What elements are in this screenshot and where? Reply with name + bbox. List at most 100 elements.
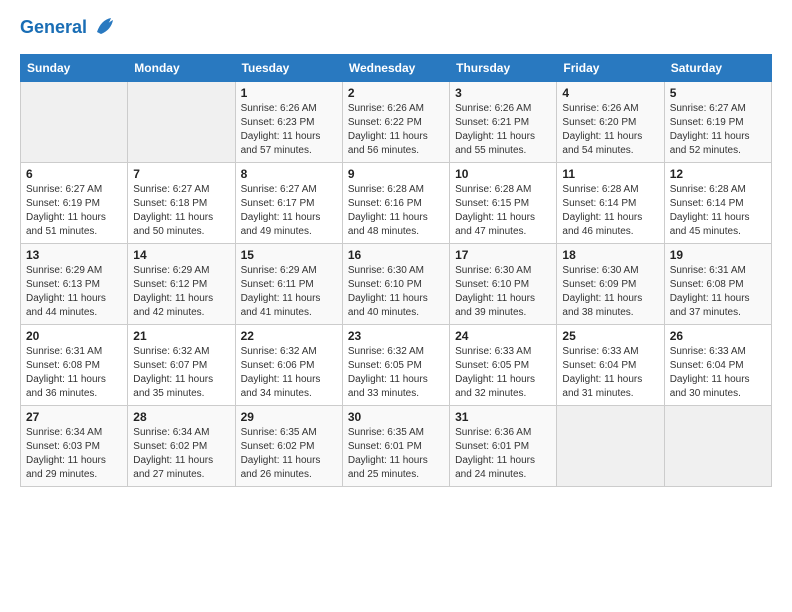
day-info: Sunrise: 6:28 AM Sunset: 6:16 PM Dayligh… [348, 184, 428, 237]
day-info: Sunrise: 6:34 AM Sunset: 6:03 PM Dayligh… [26, 427, 106, 480]
day-number: 13 [26, 248, 122, 262]
day-info: Sunrise: 6:26 AM Sunset: 6:23 PM Dayligh… [241, 103, 321, 156]
day-info: Sunrise: 6:32 AM Sunset: 6:06 PM Dayligh… [241, 346, 321, 399]
column-header-monday: Monday [128, 55, 235, 82]
day-cell: 3 Sunrise: 6:26 AM Sunset: 6:21 PM Dayli… [450, 82, 557, 163]
day-number: 11 [562, 167, 658, 181]
day-number: 8 [241, 167, 337, 181]
day-cell: 31 Sunrise: 6:36 AM Sunset: 6:01 PM Dayl… [450, 406, 557, 487]
day-cell: 25 Sunrise: 6:33 AM Sunset: 6:04 PM Dayl… [557, 325, 664, 406]
day-cell: 24 Sunrise: 6:33 AM Sunset: 6:05 PM Dayl… [450, 325, 557, 406]
week-row-4: 20 Sunrise: 6:31 AM Sunset: 6:08 PM Dayl… [21, 325, 772, 406]
main-container: General SundayMondayTuesdayWednesdayThur… [0, 0, 792, 507]
day-number: 4 [562, 86, 658, 100]
day-cell: 22 Sunrise: 6:32 AM Sunset: 6:06 PM Dayl… [235, 325, 342, 406]
logo-bird-icon [91, 12, 119, 40]
day-number: 1 [241, 86, 337, 100]
day-number: 16 [348, 248, 444, 262]
day-info: Sunrise: 6:29 AM Sunset: 6:13 PM Dayligh… [26, 265, 106, 318]
week-row-5: 27 Sunrise: 6:34 AM Sunset: 6:03 PM Dayl… [21, 406, 772, 487]
day-cell: 14 Sunrise: 6:29 AM Sunset: 6:12 PM Dayl… [128, 244, 235, 325]
day-info: Sunrise: 6:32 AM Sunset: 6:07 PM Dayligh… [133, 346, 213, 399]
column-header-saturday: Saturday [664, 55, 771, 82]
day-number: 25 [562, 329, 658, 343]
day-cell: 21 Sunrise: 6:32 AM Sunset: 6:07 PM Dayl… [128, 325, 235, 406]
day-info: Sunrise: 6:26 AM Sunset: 6:21 PM Dayligh… [455, 103, 535, 156]
day-cell: 8 Sunrise: 6:27 AM Sunset: 6:17 PM Dayli… [235, 163, 342, 244]
day-number: 29 [241, 410, 337, 424]
day-info: Sunrise: 6:27 AM Sunset: 6:17 PM Dayligh… [241, 184, 321, 237]
day-number: 23 [348, 329, 444, 343]
day-cell [664, 406, 771, 487]
day-cell: 28 Sunrise: 6:34 AM Sunset: 6:02 PM Dayl… [128, 406, 235, 487]
day-info: Sunrise: 6:34 AM Sunset: 6:02 PM Dayligh… [133, 427, 213, 480]
day-info: Sunrise: 6:29 AM Sunset: 6:11 PM Dayligh… [241, 265, 321, 318]
logo-text: General [20, 17, 87, 39]
day-cell: 29 Sunrise: 6:35 AM Sunset: 6:02 PM Dayl… [235, 406, 342, 487]
day-number: 20 [26, 329, 122, 343]
day-number: 31 [455, 410, 551, 424]
day-info: Sunrise: 6:30 AM Sunset: 6:10 PM Dayligh… [348, 265, 428, 318]
day-number: 24 [455, 329, 551, 343]
day-info: Sunrise: 6:28 AM Sunset: 6:14 PM Dayligh… [670, 184, 750, 237]
day-number: 2 [348, 86, 444, 100]
day-number: 17 [455, 248, 551, 262]
day-info: Sunrise: 6:33 AM Sunset: 6:04 PM Dayligh… [562, 346, 642, 399]
day-info: Sunrise: 6:36 AM Sunset: 6:01 PM Dayligh… [455, 427, 535, 480]
day-cell: 16 Sunrise: 6:30 AM Sunset: 6:10 PM Dayl… [342, 244, 449, 325]
day-info: Sunrise: 6:27 AM Sunset: 6:19 PM Dayligh… [26, 184, 106, 237]
day-cell: 1 Sunrise: 6:26 AM Sunset: 6:23 PM Dayli… [235, 82, 342, 163]
day-info: Sunrise: 6:33 AM Sunset: 6:05 PM Dayligh… [455, 346, 535, 399]
logo: General [20, 16, 119, 40]
column-header-friday: Friday [557, 55, 664, 82]
day-info: Sunrise: 6:27 AM Sunset: 6:18 PM Dayligh… [133, 184, 213, 237]
header: General [20, 16, 772, 40]
week-row-1: 1 Sunrise: 6:26 AM Sunset: 6:23 PM Dayli… [21, 82, 772, 163]
day-cell: 15 Sunrise: 6:29 AM Sunset: 6:11 PM Dayl… [235, 244, 342, 325]
day-cell: 27 Sunrise: 6:34 AM Sunset: 6:03 PM Dayl… [21, 406, 128, 487]
day-info: Sunrise: 6:32 AM Sunset: 6:05 PM Dayligh… [348, 346, 428, 399]
day-cell: 7 Sunrise: 6:27 AM Sunset: 6:18 PM Dayli… [128, 163, 235, 244]
day-cell: 2 Sunrise: 6:26 AM Sunset: 6:22 PM Dayli… [342, 82, 449, 163]
week-row-3: 13 Sunrise: 6:29 AM Sunset: 6:13 PM Dayl… [21, 244, 772, 325]
day-info: Sunrise: 6:30 AM Sunset: 6:10 PM Dayligh… [455, 265, 535, 318]
day-number: 10 [455, 167, 551, 181]
day-number: 9 [348, 167, 444, 181]
column-header-wednesday: Wednesday [342, 55, 449, 82]
day-cell: 6 Sunrise: 6:27 AM Sunset: 6:19 PM Dayli… [21, 163, 128, 244]
day-number: 30 [348, 410, 444, 424]
day-info: Sunrise: 6:28 AM Sunset: 6:15 PM Dayligh… [455, 184, 535, 237]
day-number: 22 [241, 329, 337, 343]
day-cell: 26 Sunrise: 6:33 AM Sunset: 6:04 PM Dayl… [664, 325, 771, 406]
day-number: 14 [133, 248, 229, 262]
week-row-2: 6 Sunrise: 6:27 AM Sunset: 6:19 PM Dayli… [21, 163, 772, 244]
column-header-thursday: Thursday [450, 55, 557, 82]
day-cell: 10 Sunrise: 6:28 AM Sunset: 6:15 PM Dayl… [450, 163, 557, 244]
day-info: Sunrise: 6:26 AM Sunset: 6:22 PM Dayligh… [348, 103, 428, 156]
day-number: 28 [133, 410, 229, 424]
day-info: Sunrise: 6:31 AM Sunset: 6:08 PM Dayligh… [670, 265, 750, 318]
calendar-table: SundayMondayTuesdayWednesdayThursdayFrid… [20, 54, 772, 487]
day-info: Sunrise: 6:30 AM Sunset: 6:09 PM Dayligh… [562, 265, 642, 318]
day-number: 19 [670, 248, 766, 262]
header-row: SundayMondayTuesdayWednesdayThursdayFrid… [21, 55, 772, 82]
day-info: Sunrise: 6:31 AM Sunset: 6:08 PM Dayligh… [26, 346, 106, 399]
day-cell: 30 Sunrise: 6:35 AM Sunset: 6:01 PM Dayl… [342, 406, 449, 487]
day-info: Sunrise: 6:29 AM Sunset: 6:12 PM Dayligh… [133, 265, 213, 318]
day-number: 27 [26, 410, 122, 424]
day-cell [21, 82, 128, 163]
day-cell: 11 Sunrise: 6:28 AM Sunset: 6:14 PM Dayl… [557, 163, 664, 244]
day-number: 7 [133, 167, 229, 181]
day-cell [557, 406, 664, 487]
day-cell: 13 Sunrise: 6:29 AM Sunset: 6:13 PM Dayl… [21, 244, 128, 325]
day-cell: 5 Sunrise: 6:27 AM Sunset: 6:19 PM Dayli… [664, 82, 771, 163]
day-cell: 12 Sunrise: 6:28 AM Sunset: 6:14 PM Dayl… [664, 163, 771, 244]
column-header-tuesday: Tuesday [235, 55, 342, 82]
day-number: 18 [562, 248, 658, 262]
day-info: Sunrise: 6:27 AM Sunset: 6:19 PM Dayligh… [670, 103, 750, 156]
day-number: 26 [670, 329, 766, 343]
day-info: Sunrise: 6:28 AM Sunset: 6:14 PM Dayligh… [562, 184, 642, 237]
day-number: 5 [670, 86, 766, 100]
day-info: Sunrise: 6:35 AM Sunset: 6:02 PM Dayligh… [241, 427, 321, 480]
day-number: 15 [241, 248, 337, 262]
